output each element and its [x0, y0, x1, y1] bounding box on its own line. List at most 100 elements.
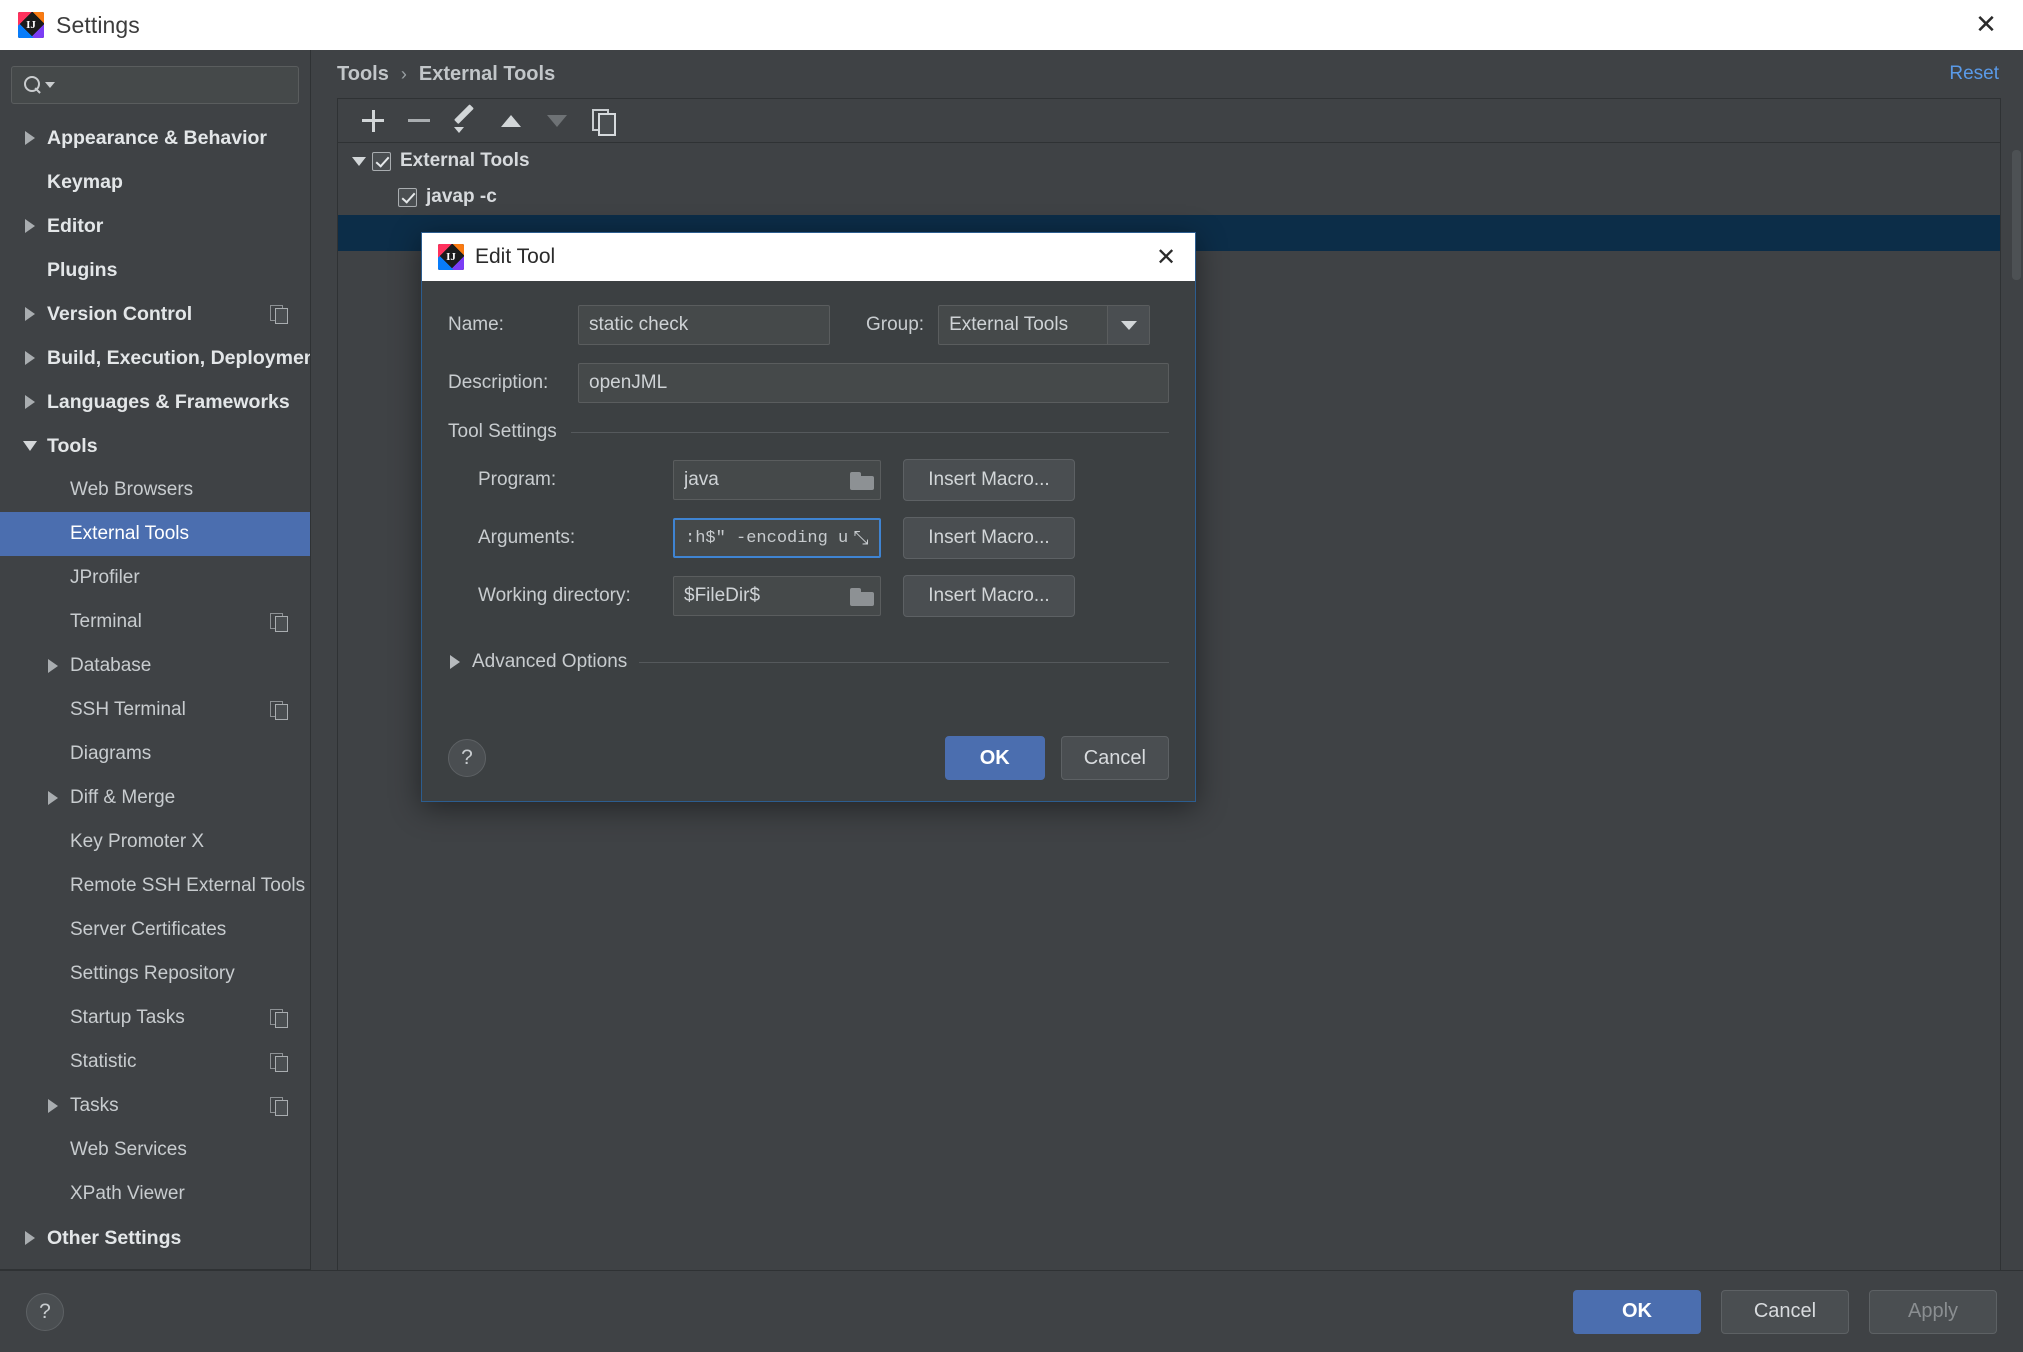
arguments-input[interactable]: :h$" -encoding utf-8⤡: [673, 518, 881, 558]
search-box[interactable]: [11, 66, 299, 104]
sidebar-item-startup-tasks[interactable]: Startup Tasks: [0, 996, 310, 1040]
reset-link[interactable]: Reset: [1949, 63, 1999, 85]
sidebar-item-ssh-terminal[interactable]: SSH Terminal: [0, 688, 310, 732]
add-button[interactable]: [352, 102, 394, 140]
search-input[interactable]: [55, 75, 288, 95]
description-input[interactable]: openJML: [578, 363, 1169, 403]
sidebar-item-jprofiler[interactable]: JProfiler: [0, 556, 310, 600]
folder-icon[interactable]: [850, 587, 874, 606]
sidebar-item-label: Settings Repository: [70, 963, 235, 984]
sidebar-item-plugins[interactable]: Plugins: [0, 248, 310, 292]
sidebar-item-web-services[interactable]: Web Services: [0, 1128, 310, 1172]
sidebar-item-server-certificates[interactable]: Server Certificates: [0, 908, 310, 952]
arguments-insert-macro-button[interactable]: Insert Macro...: [903, 517, 1075, 559]
edit-tool-dialog: Edit Tool ✕ Name: static check Group: Ex…: [421, 232, 1196, 802]
sidebar-item-languages-frameworks[interactable]: Languages & Frameworks: [0, 380, 310, 424]
sidebar-item-statistic[interactable]: Statistic: [0, 1040, 310, 1084]
group-select[interactable]: External Tools: [938, 305, 1151, 345]
tool-settings-rows: Program: java Insert Macro... Arguments::h$…: [448, 459, 1169, 617]
intellij-logo-icon: [438, 244, 464, 270]
folder-icon[interactable]: [850, 471, 874, 490]
chevron-right-icon[interactable]: [17, 351, 43, 365]
expand-icon[interactable]: ⤡: [849, 527, 873, 549]
close-icon[interactable]: ✕: [1963, 3, 2009, 47]
chevron-right-icon[interactable]: [40, 1099, 66, 1113]
main-scrollbar-thumb[interactable]: [2012, 150, 2021, 280]
sidebar-item-tools[interactable]: Tools: [0, 424, 310, 468]
chevron-right-icon[interactable]: [17, 307, 43, 321]
checkbox[interactable]: [372, 151, 391, 171]
sidebar-item-label: Diagrams: [70, 743, 152, 764]
copy-button[interactable]: [582, 102, 624, 140]
sidebar-item-xpath-viewer[interactable]: XPath Viewer: [0, 1172, 310, 1216]
sidebar-item-label: Server Certificates: [70, 919, 227, 940]
chevron-down-icon[interactable]: [17, 441, 43, 451]
dialog-cancel-button[interactable]: Cancel: [1060, 736, 1169, 780]
working-directory-insert-macro-button[interactable]: Insert Macro...: [903, 575, 1075, 617]
breadcrumb-parent[interactable]: Tools: [337, 63, 389, 86]
sidebar-item-label: Terminal: [70, 611, 142, 632]
sidebar-item-external-tools[interactable]: External Tools: [0, 512, 310, 556]
copy-settings-icon[interactable]: [270, 701, 288, 720]
sidebar-item-database[interactable]: Database: [0, 644, 310, 688]
tools-group-row[interactable]: External Tools: [338, 143, 2000, 179]
chevron-right-icon[interactable]: [17, 131, 43, 145]
copy-settings-icon[interactable]: [270, 1053, 288, 1072]
chevron-down-icon[interactable]: [346, 157, 372, 166]
sidebar-item-terminal[interactable]: Terminal: [0, 600, 310, 644]
sidebar-item-label: Statistic: [70, 1051, 137, 1072]
name-input[interactable]: static check: [578, 305, 830, 345]
main-scrollbar[interactable]: [2009, 150, 2023, 1150]
settings-footer: ? OK Cancel Apply: [0, 1270, 2023, 1352]
program-insert-macro-button[interactable]: Insert Macro...: [903, 459, 1075, 501]
sidebar-item-version-control[interactable]: Version Control: [0, 292, 310, 336]
sidebar-item-label: Key Promoter X: [70, 831, 205, 852]
chevron-down-icon[interactable]: [45, 82, 55, 88]
window-title: Settings: [56, 11, 140, 38]
copy-settings-icon[interactable]: [270, 613, 288, 632]
sidebar-item-label: External Tools: [70, 523, 189, 544]
chevron-right-icon[interactable]: [17, 395, 43, 409]
sidebar-item-build-execution-deployment[interactable]: Build, Execution, Deployment: [0, 336, 310, 380]
close-icon[interactable]: ✕: [1147, 238, 1185, 276]
sidebar-item-other-settings[interactable]: Other Settings: [0, 1216, 310, 1260]
checkbox[interactable]: [398, 187, 417, 207]
sidebar-item-settings-repository[interactable]: Settings Repository: [0, 952, 310, 996]
advanced-options-row[interactable]: Advanced Options: [450, 651, 1169, 673]
copy-settings-icon[interactable]: [270, 1097, 288, 1116]
copy-settings-icon[interactable]: [270, 305, 288, 324]
ok-button[interactable]: OK: [1573, 1289, 1701, 1334]
sidebar-item-diff-merge[interactable]: Diff & Merge: [0, 776, 310, 820]
help-icon[interactable]: ?: [26, 1292, 64, 1331]
description-label: Description:: [448, 372, 549, 393]
chevron-right-icon[interactable]: [40, 791, 66, 805]
program-input[interactable]: java: [673, 460, 881, 500]
apply-button[interactable]: Apply: [1869, 1289, 1997, 1334]
chevron-down-icon[interactable]: [1107, 306, 1150, 344]
move-down-button[interactable]: [536, 102, 578, 140]
tools-item-row[interactable]: javap -c: [338, 179, 2000, 215]
sidebar-item-web-browsers[interactable]: Web Browsers: [0, 468, 310, 512]
move-up-button[interactable]: [490, 102, 532, 140]
sidebar-item-appearance-behavior[interactable]: Appearance & Behavior: [0, 116, 310, 160]
sidebar-item-remote-ssh-external-tools[interactable]: Remote SSH External Tools: [0, 864, 310, 908]
dialog-title: Edit Tool: [475, 245, 556, 268]
dialog-ok-button[interactable]: OK: [944, 736, 1045, 780]
remove-button[interactable]: [398, 102, 440, 140]
sidebar-item-tasks[interactable]: Tasks: [0, 1084, 310, 1128]
copy-settings-icon[interactable]: [270, 1009, 288, 1028]
chevron-right-icon[interactable]: [17, 1231, 43, 1245]
sidebar-item-keymap[interactable]: Keymap: [0, 160, 310, 204]
cancel-button[interactable]: Cancel: [1721, 1289, 1849, 1334]
sidebar-item-key-promoter-x[interactable]: Key Promoter X: [0, 820, 310, 864]
help-icon[interactable]: ?: [448, 739, 486, 777]
sidebar-item-diagrams[interactable]: Diagrams: [0, 732, 310, 776]
working-directory-input[interactable]: $FileDir$: [673, 576, 881, 616]
advanced-options-label: Advanced Options: [472, 651, 628, 672]
sidebar-item-editor[interactable]: Editor: [0, 204, 310, 248]
chevron-right-icon[interactable]: [17, 219, 43, 233]
edit-button[interactable]: [444, 102, 486, 140]
chevron-right-icon[interactable]: [450, 655, 460, 669]
chevron-right-icon[interactable]: [40, 659, 66, 673]
intellij-logo-icon: [18, 12, 44, 38]
